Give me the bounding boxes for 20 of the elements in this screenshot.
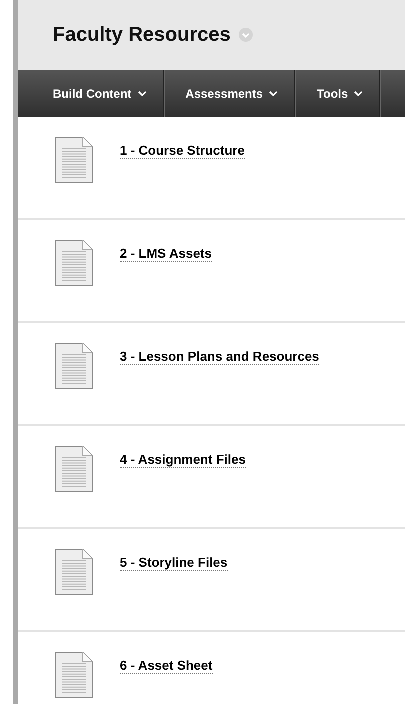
menu-button[interactable]: Build Content: [18, 70, 164, 117]
document-icon: [55, 240, 93, 286]
content-link[interactable]: 1 - Course Structure: [120, 143, 245, 159]
document-icon: [55, 652, 93, 698]
chevron-down-icon: [269, 90, 278, 96]
document-icon: [55, 446, 93, 492]
content-link[interactable]: 2 - LMS Assets: [120, 246, 212, 262]
page-title: Faculty Resources: [53, 24, 231, 46]
content-link[interactable]: 6 - Asset Sheet: [120, 658, 213, 674]
document-icon: [55, 343, 93, 389]
content-link[interactable]: 4 - Assignment Files: [120, 452, 246, 468]
content-link[interactable]: 3 - Lesson Plans and Resources: [120, 349, 320, 365]
chevron-circle-icon[interactable]: [238, 28, 253, 42]
menu-button[interactable]: Assessments: [164, 70, 296, 117]
menu-button[interactable]: Tools: [295, 70, 380, 117]
content-link[interactable]: 5 - Storyline Files: [120, 555, 228, 571]
chevron-down-icon: [138, 90, 147, 96]
chevron-down-icon: [354, 90, 364, 96]
document-icon: [55, 137, 93, 183]
document-icon: [55, 549, 93, 595]
